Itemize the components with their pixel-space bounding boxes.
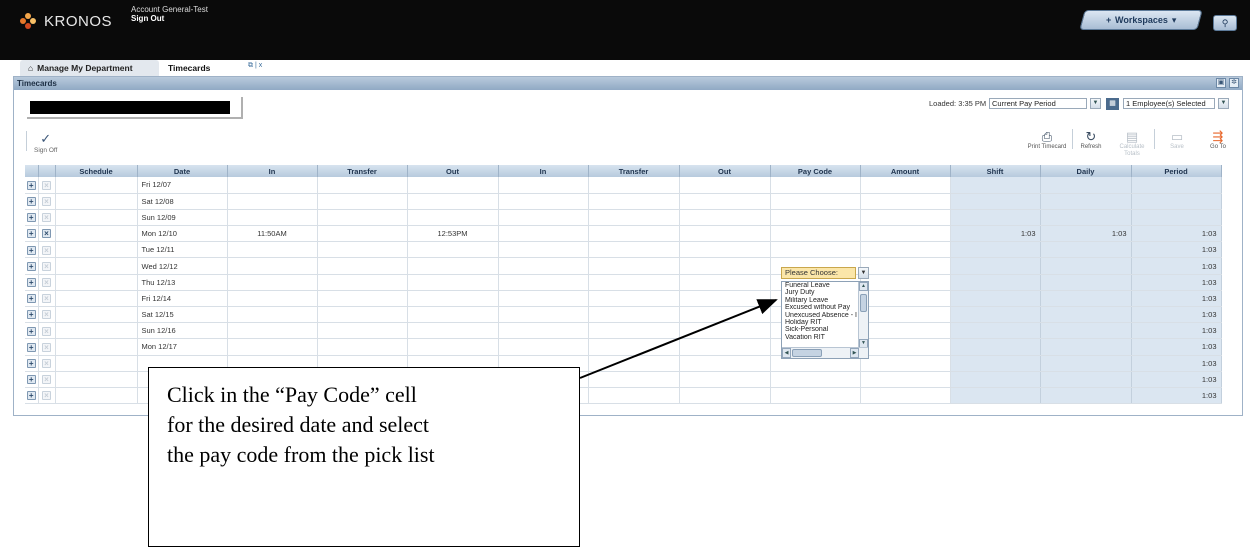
callout-line-1: Click in the “Pay Code” cell: [167, 382, 417, 407]
callout-line-2: for the desired date and select: [167, 412, 430, 437]
callout-line-3: the pay code from the pick list: [167, 442, 435, 467]
instruction-callout: Click in the “Pay Code” cell for the des…: [148, 367, 580, 547]
